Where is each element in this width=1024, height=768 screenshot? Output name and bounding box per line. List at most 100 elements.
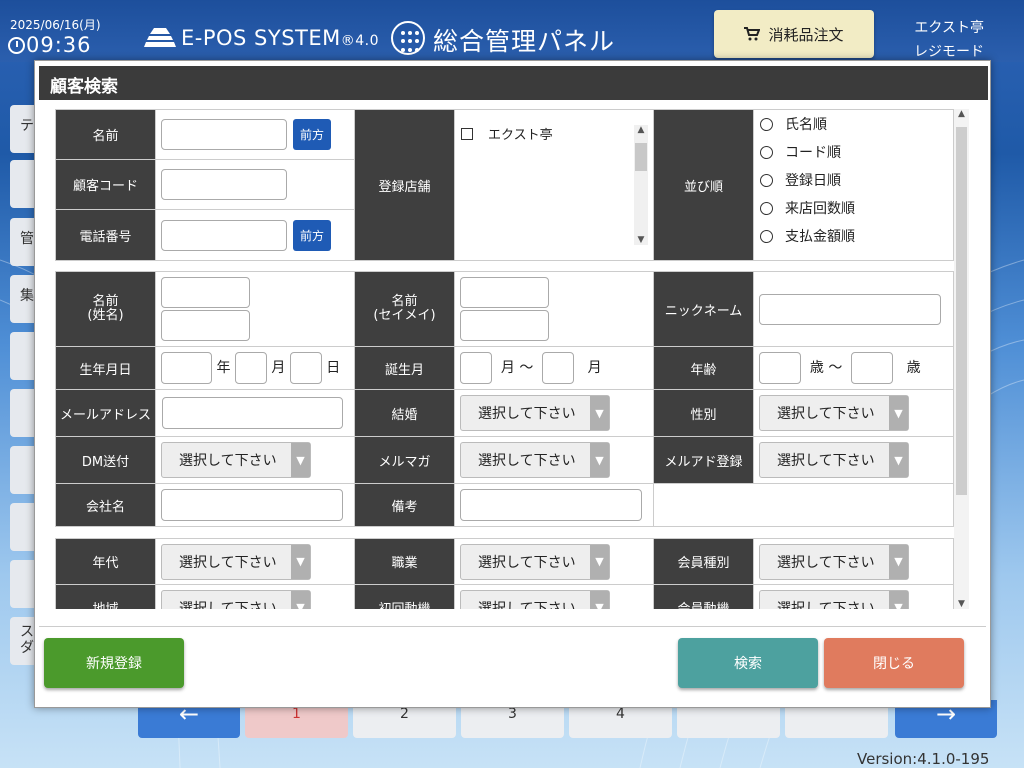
sort-option-code[interactable]: コード順 bbox=[754, 138, 953, 166]
sort-option-visits[interactable]: 来店回数順 bbox=[754, 194, 953, 222]
birth-month-from-input[interactable] bbox=[460, 352, 492, 384]
note-input[interactable] bbox=[460, 489, 642, 521]
first-name-kana-input[interactable] bbox=[460, 310, 549, 341]
birth-day-input[interactable] bbox=[289, 352, 322, 384]
region-select[interactable]: 選択して下さい ▼ bbox=[161, 589, 311, 609]
side-tab-7[interactable] bbox=[10, 446, 36, 494]
phone-prefix-button[interactable]: 前方 bbox=[293, 219, 332, 251]
month-range-from: 月 ～ bbox=[500, 360, 534, 376]
scroll-up-icon[interactable]: ▲ bbox=[954, 109, 969, 119]
new-register-button[interactable]: 新規登録 bbox=[44, 638, 184, 688]
last-name-kana-input[interactable] bbox=[460, 277, 549, 308]
dm-select[interactable]: 選択して下さい ▼ bbox=[161, 442, 311, 478]
cart-icon bbox=[744, 27, 761, 41]
store-list-scrollbar[interactable]: ▲ ▼ bbox=[634, 125, 648, 245]
select-value: 選択して下さい bbox=[777, 554, 875, 571]
job-select[interactable]: 選択して下さい ▼ bbox=[460, 543, 610, 580]
side-tab-3[interactable]: 管 bbox=[10, 218, 36, 266]
job-label: 職業 bbox=[354, 538, 455, 585]
customer-code-input[interactable] bbox=[161, 169, 287, 200]
store-checkbox[interactable] bbox=[461, 127, 473, 140]
side-tab-4[interactable]: 集 bbox=[10, 275, 36, 323]
store-option-label: エクスト亭 bbox=[488, 128, 553, 143]
store-label: 登録店舗 bbox=[354, 109, 455, 261]
age-to-input[interactable] bbox=[851, 352, 894, 384]
chevron-down-icon: ▼ bbox=[291, 443, 310, 477]
name-kanji-label: 名前 (姓名) bbox=[55, 271, 156, 347]
form-scrollbar-thumb[interactable] bbox=[956, 127, 967, 495]
first-motive-select[interactable]: 選択して下さい ▼ bbox=[460, 589, 610, 609]
magazine-select[interactable]: 選択して下さい ▼ bbox=[460, 442, 610, 478]
email-reg-select[interactable]: 選択して下さい ▼ bbox=[759, 442, 909, 478]
side-tab-8[interactable] bbox=[10, 503, 36, 551]
scroll-down-icon[interactable]: ▼ bbox=[954, 599, 969, 609]
last-name-input[interactable] bbox=[161, 277, 250, 308]
first-name-input[interactable] bbox=[161, 310, 250, 341]
month-unit: 月 bbox=[271, 360, 286, 376]
age-label: 年齢 bbox=[653, 346, 754, 390]
name-kana-label: 名前 (セイメイ) bbox=[354, 271, 455, 347]
side-tab-9[interactable] bbox=[10, 560, 36, 608]
search-form-scroll-area[interactable]: 名前 前方 登録店舗 エクスト亭 ▲ ▼ 並び順 氏名順 コード順 登録日順 来… bbox=[55, 109, 955, 609]
system-logo: E-POS SYSTEM®4.0 bbox=[181, 26, 379, 50]
chevron-down-icon: ▼ bbox=[889, 443, 908, 477]
sort-option-regdate[interactable]: 登録日順 bbox=[754, 166, 953, 194]
scroll-down-icon[interactable]: ▼ bbox=[634, 235, 648, 245]
sort-option-label: 登録日順 bbox=[785, 173, 841, 189]
name-input[interactable] bbox=[161, 119, 287, 150]
age-range-to: 歳 bbox=[906, 360, 921, 376]
join-motive-select[interactable]: 選択して下さい ▼ bbox=[759, 589, 909, 609]
chevron-down-icon: ▼ bbox=[590, 443, 609, 477]
sort-label: 並び順 bbox=[653, 109, 754, 261]
side-tab-2[interactable] bbox=[10, 160, 36, 208]
select-value: 選択して下さい bbox=[179, 554, 277, 571]
name-prefix-button[interactable]: 前方 bbox=[293, 119, 332, 150]
company-input[interactable] bbox=[161, 489, 343, 521]
select-value: 選択して下さい bbox=[179, 453, 277, 469]
email-input[interactable] bbox=[162, 397, 343, 429]
register-mode: レジモード bbox=[914, 44, 984, 60]
birth-month-input[interactable] bbox=[234, 352, 267, 384]
form-scrollbar[interactable]: ▲ ▼ bbox=[954, 109, 969, 609]
member-type-select[interactable]: 選択して下さい ▼ bbox=[759, 543, 909, 580]
radio-icon bbox=[760, 229, 773, 243]
side-tab-10[interactable]: ス ダ bbox=[10, 617, 36, 665]
sort-option-name[interactable]: 氏名順 bbox=[754, 110, 953, 138]
birthdate-label: 生年月日 bbox=[55, 346, 156, 390]
chevron-down-icon: ▼ bbox=[590, 396, 609, 430]
name-label: 名前 bbox=[55, 109, 156, 160]
nickname-label: ニックネーム bbox=[653, 271, 754, 347]
search-button[interactable]: 検索 bbox=[678, 638, 818, 688]
age-from-input[interactable] bbox=[759, 352, 801, 384]
consumables-order-button[interactable]: 消耗品注文 bbox=[714, 10, 874, 58]
store-option-ext[interactable]: エクスト亭 bbox=[455, 110, 653, 143]
side-tab-1[interactable]: テ bbox=[10, 105, 36, 153]
sort-option-label: 来店回数順 bbox=[785, 201, 855, 217]
email-label: メールアドレス bbox=[55, 389, 156, 437]
dm-label: DM送付 bbox=[55, 436, 156, 484]
sort-option-label: コード順 bbox=[785, 145, 841, 161]
current-time: 09:36 bbox=[26, 33, 92, 57]
customer-code-label: 顧客コード bbox=[55, 159, 156, 210]
birth-month-label: 誕生月 bbox=[354, 346, 455, 390]
shop-name: エクスト亭 bbox=[914, 20, 984, 36]
sort-option-payment[interactable]: 支払金額順 bbox=[754, 222, 953, 250]
age-group-select[interactable]: 選択して下さい ▼ bbox=[161, 543, 311, 580]
radio-icon bbox=[760, 117, 773, 131]
note-label: 備考 bbox=[354, 483, 455, 527]
side-tab-6[interactable] bbox=[10, 389, 36, 437]
system-name: E-POS SYSTEM bbox=[181, 26, 341, 50]
side-tab-5[interactable] bbox=[10, 332, 36, 380]
birth-month-to-input[interactable] bbox=[542, 352, 575, 384]
select-value: 選択して下さい bbox=[777, 406, 875, 422]
close-button[interactable]: 閉じる bbox=[824, 638, 964, 688]
marriage-select[interactable]: 選択して下さい ▼ bbox=[460, 395, 610, 431]
scroll-up-icon[interactable]: ▲ bbox=[634, 125, 648, 135]
current-date: 2025/06/16(月) bbox=[10, 18, 101, 32]
sort-option-label: 支払金額順 bbox=[785, 229, 855, 245]
phone-input[interactable] bbox=[161, 219, 287, 251]
year-unit: 年 bbox=[216, 360, 231, 376]
gender-select[interactable]: 選択して下さい ▼ bbox=[759, 395, 909, 431]
nickname-input[interactable] bbox=[759, 293, 941, 325]
birth-year-input[interactable] bbox=[161, 352, 212, 384]
